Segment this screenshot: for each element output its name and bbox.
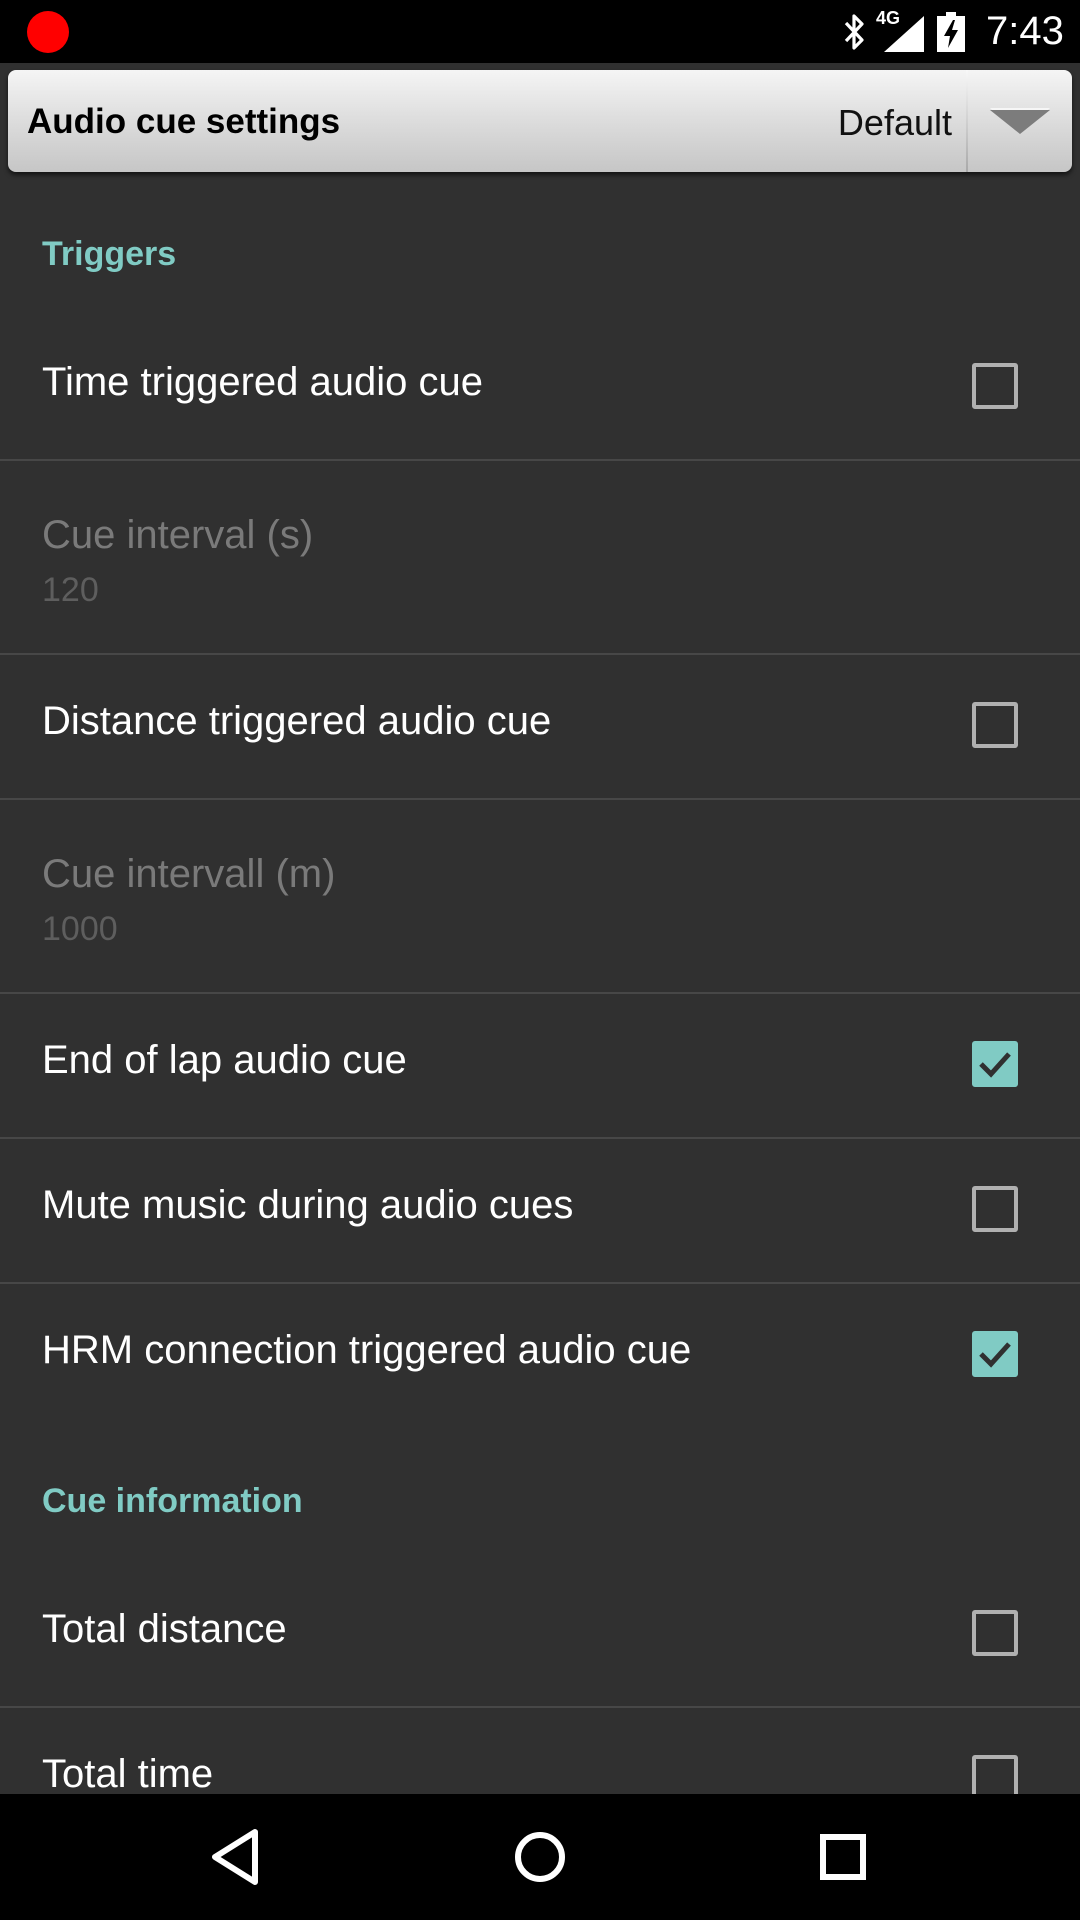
cell-signal-icon bbox=[884, 16, 924, 52]
pref-title: End of lap audio cue bbox=[42, 1038, 407, 1082]
mute-music-checkbox[interactable] bbox=[972, 1186, 1018, 1232]
home-icon[interactable] bbox=[505, 1822, 575, 1892]
time-triggered-checkbox[interactable] bbox=[972, 363, 1018, 409]
pref-title: Distance triggered audio cue bbox=[42, 699, 552, 743]
checkmark-icon bbox=[979, 1342, 1011, 1368]
pref-cue-interval-meters: Cue intervall (m) 1000 bbox=[0, 800, 1080, 994]
category-cue-information: Cue information bbox=[0, 1427, 1080, 1563]
pref-title: Mute music during audio cues bbox=[42, 1183, 574, 1227]
pref-title: HRM connection triggered audio cue bbox=[42, 1328, 692, 1372]
hrm-connection-checkbox[interactable] bbox=[972, 1331, 1018, 1377]
total-distance-checkbox[interactable] bbox=[972, 1610, 1018, 1656]
page-title: Audio cue settings bbox=[27, 102, 341, 141]
pref-title: Time triggered audio cue bbox=[42, 360, 483, 404]
dropdown-arrow-icon bbox=[990, 108, 1050, 134]
category-label: Triggers bbox=[42, 235, 177, 273]
recording-dot-icon bbox=[27, 11, 69, 53]
pref-end-of-lap[interactable]: End of lap audio cue bbox=[0, 994, 1080, 1139]
profile-dropdown-button[interactable] bbox=[968, 70, 1072, 172]
pref-distance-triggered[interactable]: Distance triggered audio cue bbox=[0, 655, 1080, 800]
pref-cue-interval-seconds: Cue interval (s) 120 bbox=[0, 461, 1080, 655]
profile-selector[interactable]: Audio cue settings Default bbox=[8, 70, 1072, 172]
navigation-bar bbox=[0, 1794, 1080, 1920]
profile-selected-value[interactable]: Default bbox=[838, 102, 952, 144]
recents-icon[interactable] bbox=[808, 1822, 878, 1892]
bluetooth-icon bbox=[844, 14, 864, 50]
pref-title: Cue interval (s) bbox=[42, 513, 314, 557]
pref-time-triggered[interactable]: Time triggered audio cue bbox=[0, 316, 1080, 461]
pref-total-distance[interactable]: Total distance bbox=[0, 1563, 1080, 1708]
pref-title: Total distance bbox=[42, 1607, 287, 1651]
checkmark-icon bbox=[979, 1052, 1011, 1078]
pref-mute-music[interactable]: Mute music during audio cues bbox=[0, 1139, 1080, 1284]
status-bar: 4G 7:43 bbox=[0, 0, 1080, 63]
category-triggers: Triggers bbox=[0, 180, 1080, 316]
category-label: Cue information bbox=[42, 1482, 303, 1520]
pref-summary: 120 bbox=[42, 571, 99, 609]
preference-list: Triggers Time triggered audio cue Cue in… bbox=[0, 180, 1080, 1853]
distance-triggered-checkbox[interactable] bbox=[972, 702, 1018, 748]
pref-title: Total time bbox=[42, 1752, 214, 1796]
status-time: 7:43 bbox=[986, 9, 1064, 53]
end-of-lap-checkbox[interactable] bbox=[972, 1041, 1018, 1087]
pref-title: Cue intervall (m) bbox=[42, 852, 336, 896]
pref-summary: 1000 bbox=[42, 910, 118, 948]
battery-charging-icon bbox=[937, 12, 965, 52]
app-screen: 4G 7:43 Audio cue settings Default Trigg… bbox=[0, 0, 1080, 1920]
pref-hrm-connection[interactable]: HRM connection triggered audio cue bbox=[0, 1284, 1080, 1427]
back-icon[interactable] bbox=[203, 1822, 273, 1892]
